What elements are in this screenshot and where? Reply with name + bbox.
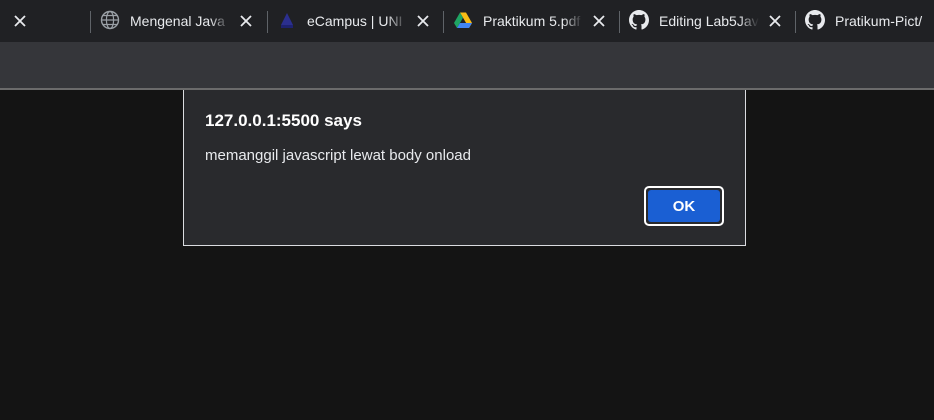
tab-editing-lab5[interactable]: Editing Lab5Jav bbox=[619, 0, 795, 42]
github-icon bbox=[629, 10, 649, 30]
close-icon[interactable] bbox=[12, 13, 28, 29]
tab-separator bbox=[443, 11, 444, 33]
tab-title: Editing Lab5Jav bbox=[659, 13, 759, 29]
tab-title: Praktikum 5.pdf bbox=[483, 13, 581, 29]
close-icon[interactable] bbox=[591, 13, 607, 29]
alert-dialog: 127.0.0.1:5500 says memanggil javascript… bbox=[183, 90, 746, 246]
tab-partial[interactable]: ox bbox=[0, 0, 40, 42]
ok-button-label: OK bbox=[648, 190, 720, 222]
tab-mengenal-java[interactable]: Mengenal Java bbox=[90, 0, 266, 42]
browser-toolbar bbox=[0, 42, 934, 88]
tab-separator bbox=[795, 11, 796, 33]
tab-title: ox bbox=[0, 12, 4, 30]
google-drive-icon bbox=[453, 10, 473, 30]
close-icon[interactable] bbox=[238, 13, 254, 29]
close-icon[interactable] bbox=[415, 13, 431, 29]
tab-separator bbox=[267, 11, 268, 33]
ok-button[interactable]: OK bbox=[644, 186, 724, 226]
tab-title: Mengenal Java bbox=[130, 13, 225, 29]
dialog-message: memanggil javascript lewat body onload bbox=[205, 147, 471, 164]
globe-icon bbox=[100, 10, 120, 30]
campus-logo-icon bbox=[277, 10, 297, 30]
tab-separator bbox=[619, 11, 620, 33]
dialog-title: 127.0.0.1:5500 says bbox=[205, 111, 362, 130]
tab-strip: ox Mengenal Java eCampus | UNI bbox=[0, 0, 934, 42]
tab-pratikum-pict[interactable]: Pratikum-Pict/ bbox=[795, 0, 934, 42]
tab-title: Pratikum-Pict/ bbox=[835, 13, 923, 29]
github-icon bbox=[805, 10, 825, 30]
tab-separator bbox=[90, 11, 91, 33]
tab-ecampus[interactable]: eCampus | UNI bbox=[267, 0, 443, 42]
close-icon[interactable] bbox=[767, 13, 783, 29]
tab-title: eCampus | UNI bbox=[307, 13, 403, 29]
tab-praktikum-pdf[interactable]: Praktikum 5.pdf bbox=[443, 0, 619, 42]
